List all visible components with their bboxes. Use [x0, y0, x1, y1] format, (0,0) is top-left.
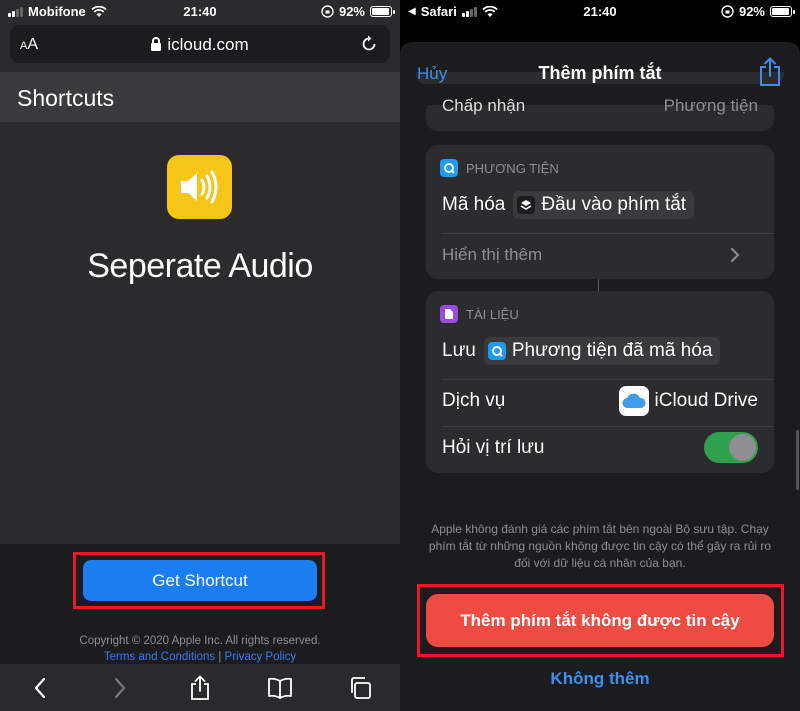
address-bar[interactable]: AA icloud.com — [10, 25, 390, 63]
shortcut-input-chip[interactable]: Đầu vào phím tắt — [513, 191, 695, 219]
service-value-group: iCloud Drive — [618, 386, 758, 416]
speaker-icon — [167, 155, 232, 219]
orientation-lock-icon — [721, 5, 734, 18]
bookmarks-icon[interactable] — [265, 673, 295, 703]
battery-icon — [370, 6, 395, 17]
header-title: Shortcuts — [17, 85, 115, 111]
show-more-row[interactable]: Hiển thị thêm — [442, 245, 758, 265]
privacy-link[interactable]: Privacy Policy — [225, 651, 297, 663]
accept-row-card: Chấp nhận Phương tiện — [426, 95, 774, 131]
dont-add-button[interactable]: Không thêm — [400, 669, 800, 689]
accept-label: Chấp nhận — [442, 96, 526, 115]
battery-percent: 92% — [338, 4, 365, 19]
orientation-lock-icon — [321, 5, 334, 18]
link-separator: | — [218, 651, 222, 663]
scroll-indicator — [796, 430, 799, 490]
share-icon[interactable] — [185, 673, 215, 703]
toggle-knob — [729, 434, 756, 461]
url-domain[interactable]: icloud.com — [10, 35, 390, 55]
terms-link[interactable]: Terms and Conditions — [104, 651, 215, 663]
action-connector — [598, 279, 599, 291]
section-label: TÀI LIỆU — [466, 306, 519, 322]
chip-label: Đầu vào phím tắt — [541, 194, 687, 215]
legal-links: Terms and Conditions | Privacy Policy — [0, 651, 400, 663]
ask-location-toggle[interactable] — [704, 432, 758, 463]
media-icon — [440, 159, 458, 177]
status-right: 92% — [321, 4, 395, 19]
battery-percent: 92% — [738, 4, 765, 19]
chevron-right-icon — [731, 248, 740, 262]
status-bar: ◀ Safari 21:40 92% — [400, 0, 800, 22]
encode-media-action[interactable]: PHƯƠNG TIỆN Mã hóa Đầu vào phím tắt Hiển… — [426, 145, 774, 279]
service-value: iCloud Drive — [654, 390, 758, 411]
shortcuts-header: Shortcuts — [0, 72, 400, 122]
reload-icon[interactable] — [360, 35, 378, 53]
copyright-text: Copyright © 2020 Apple Inc. All rights r… — [79, 635, 321, 647]
untrusted-disclaimer: Apple không đánh giá các phím tắt bên ng… — [428, 522, 772, 570]
sheet-title: Thêm phím tắt — [538, 63, 662, 83]
save-file-action[interactable]: TÀI LIỆU Lưu Phương tiện đã mã hóa Dịch … — [426, 291, 774, 473]
section-header: TÀI LIỆU — [440, 305, 519, 323]
safari-toolbar — [0, 664, 400, 711]
get-shortcut-button[interactable]: Get Shortcut — [83, 560, 317, 601]
encoded-media-chip[interactable]: Phương tiện đã mã hóa — [483, 337, 721, 365]
share-icon[interactable] — [758, 57, 782, 87]
action-row: Lưu Phương tiện đã mã hóa — [442, 337, 758, 365]
section-header: PHƯƠNG TIỆN — [440, 159, 559, 177]
divider — [442, 426, 774, 427]
icloud-icon — [618, 386, 649, 416]
document-icon — [440, 305, 458, 323]
section-label: PHƯƠNG TIỆN — [466, 160, 559, 176]
action-row: Mã hóa Đầu vào phím tắt — [442, 191, 758, 219]
battery-icon — [770, 6, 795, 17]
sheet-nav-bar: Hủy Thêm phím tắt — [400, 42, 800, 100]
service-row[interactable]: Dịch vụ iCloud Drive — [442, 386, 758, 416]
accept-value: Phương tiện — [663, 96, 758, 115]
shortcuts-layers-icon — [517, 196, 536, 214]
back-icon[interactable] — [25, 673, 55, 703]
chip-label: Phương tiện đã mã hóa — [511, 340, 713, 361]
action-label: Lưu — [442, 340, 476, 361]
divider — [442, 379, 774, 380]
service-label: Dịch vụ — [442, 390, 506, 411]
action-label: Mã hóa — [442, 194, 506, 215]
show-more-label: Hiển thị thêm — [442, 245, 543, 264]
ask-label: Hỏi vị trí lưu — [442, 437, 545, 458]
shortcut-name: Seperate Audio — [87, 247, 313, 285]
media-icon — [487, 342, 506, 360]
status-bar: Mobifone 21:40 92% — [0, 0, 400, 22]
lock-icon — [151, 37, 162, 51]
left-phone-screen: Mobifone 21:40 92% AA icloud.com Shortcu… — [0, 0, 400, 711]
divider — [442, 233, 774, 234]
tabs-icon[interactable] — [345, 673, 375, 703]
add-untrusted-shortcut-button[interactable]: Thêm phím tắt không được tin cậy — [426, 594, 774, 647]
forward-icon[interactable] — [105, 673, 135, 703]
status-right: 92% — [721, 4, 795, 19]
domain-text: icloud.com — [167, 35, 249, 54]
